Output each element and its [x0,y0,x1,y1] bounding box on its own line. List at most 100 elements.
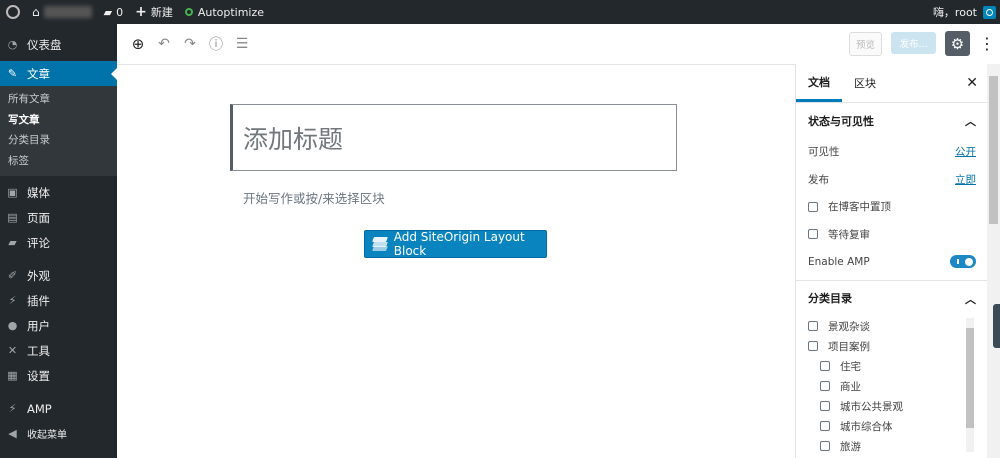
submenu-categories[interactable]: 分类目录 [0,130,117,151]
list-icon: ☰ [235,36,249,52]
menu-label: 评论 [27,235,50,250]
plus-circle-icon: ⊕ [131,35,145,53]
comments-count: 0 [116,5,124,19]
menu-dashboard[interactable]: ◔ 仪表盘 [0,32,117,57]
more-options-button[interactable]: ⋮ [979,34,995,54]
settings-icon: ▦ [7,369,18,382]
menu-appearance[interactable]: ✐ 外观 [0,263,117,288]
site-name-link[interactable]: ⌂ [26,0,98,24]
settings-button[interactable]: ⚙ [945,31,970,56]
wordpress-logo[interactable] [0,0,26,24]
side-feedback-tab[interactable] [993,304,1000,348]
comment-icon: ▰ [8,236,17,249]
scrollbar-thumb[interactable] [989,76,998,224]
my-account-link[interactable]: 嗨，root [927,0,1000,24]
menu-tools[interactable]: ✕ 工具 [0,338,117,363]
menu-posts[interactable]: ✎ 文章 [0,61,117,86]
category-item[interactable]: 城市综合体 [808,416,976,436]
pin-icon: ✎ [7,67,18,80]
category-checkbox[interactable] [820,441,830,451]
menu-label: 媒体 [27,185,50,200]
user-icon: ● [7,319,18,332]
category-item[interactable]: 商业 [808,376,976,396]
menu-settings[interactable]: ▦ 设置 [0,363,117,388]
menu-label: 外观 [27,268,50,283]
siteorigin-button-label: Add SiteOrigin Layout Block [393,230,525,258]
amp-row: Enable AMP [796,248,988,276]
chevron-up-icon: ︿ [965,292,976,306]
autoptimize-link[interactable]: Autoptimize [179,0,270,24]
tab-block[interactable]: 区块 [842,64,888,102]
visibility-label: 可见性 [808,146,840,159]
scrollbar-thumb[interactable] [966,328,974,428]
block-appender-placeholder[interactable]: 开始写作或按/来选择区块 [243,188,385,207]
submenu-tags[interactable]: 标签 [0,151,117,172]
sticky-checkbox[interactable] [808,201,818,212]
categories-header[interactable]: 分类目录 ︿ [796,281,988,316]
redo-icon: ↷ [184,36,196,52]
plugin-icon: ⚡ [8,294,17,307]
category-item[interactable]: 项目案例 [808,336,976,356]
category-label: 城市公共景观 [840,400,903,413]
post-title-input[interactable]: 添加标题 [230,104,677,171]
menu-collapse[interactable]: ◀ 收起菜单 [0,421,117,446]
preview-button[interactable]: 预览 [849,32,882,56]
close-icon[interactable]: ✕ [966,75,978,91]
publish-button[interactable]: 发布... [891,32,936,54]
tab-document[interactable]: 文档 [796,64,842,102]
add-block-button[interactable]: ⊕ [130,35,146,53]
category-checkbox[interactable] [820,421,830,431]
undo-icon: ↶ [158,36,170,52]
amp-icon: ⚡ [8,402,17,415]
undo-button[interactable]: ↶ [156,36,172,52]
categories-scrollbar[interactable] [966,318,974,452]
menu-label: 插件 [27,293,50,308]
category-checkbox[interactable] [808,321,818,331]
category-item[interactable]: 住宅 [808,356,976,376]
menu-amp[interactable]: ⚡ AMP [0,396,117,421]
publish-date-link[interactable]: 立即 [955,172,976,187]
home-icon: ⌂ [32,5,40,19]
category-checkbox[interactable] [820,401,830,411]
gear-icon: ⚙ [950,34,965,53]
amp-toggle[interactable] [950,255,976,269]
pending-row[interactable]: 等待复审 [796,221,988,249]
chevron-up-icon: ︿ [965,115,976,128]
menu-pages[interactable]: ▤ 页面 [0,205,117,230]
plus-icon: + [135,4,147,20]
menu-label: 页面 [27,210,50,225]
brush-icon: ✐ [7,269,18,282]
comments-link[interactable]: ▰ 0 [98,0,129,24]
page-scrollbar[interactable] [987,64,1000,458]
content-info-button[interactable]: ⓘ [208,36,224,53]
status-visibility-header[interactable]: 状态与可见性 ︿ [796,103,988,138]
sticky-row[interactable]: 在博客中置顶 [796,193,988,221]
category-checkbox[interactable] [820,361,830,371]
category-item[interactable]: 旅游 [808,436,976,456]
category-checkbox[interactable] [820,381,830,391]
amp-label: Enable AMP [808,255,870,268]
menu-plugins[interactable]: ⚡ 插件 [0,288,117,313]
menu-users[interactable]: ● 用户 [0,313,117,338]
menu-label: 收起菜单 [27,430,67,441]
pending-review-checkbox[interactable] [808,229,818,240]
sticky-label: 在博客中置顶 [828,201,891,214]
pending-label: 等待复审 [828,228,870,241]
settings-sidebar: 文档 区块 ✕ 状态与可见性 ︿ 可见性 公开 发布 立即 在博客中置顶 等待复… [795,64,988,458]
redo-button[interactable]: ↷ [182,36,198,52]
category-item[interactable]: 景观杂谈 [808,316,976,336]
menu-comments[interactable]: ▰ 评论 [0,230,117,255]
category-label: 景观杂谈 [828,320,870,333]
add-siteorigin-layout-button[interactable]: Add SiteOrigin Layout Block [364,230,547,258]
submenu-all-posts[interactable]: 所有文章 [0,89,117,110]
visibility-link[interactable]: 公开 [955,144,976,159]
category-item[interactable]: 城市公共景观 [808,396,976,416]
menu-media[interactable]: ▣ 媒体 [0,180,117,205]
category-checkbox[interactable] [808,341,818,351]
layers-icon [372,237,388,251]
block-navigation-button[interactable]: ☰ [234,36,250,52]
category-label: 城市综合体 [840,420,893,433]
collapse-icon: ◀ [8,427,17,440]
new-content-link[interactable]: + 新建 [129,0,179,24]
submenu-write-post[interactable]: 写文章 [0,110,117,131]
